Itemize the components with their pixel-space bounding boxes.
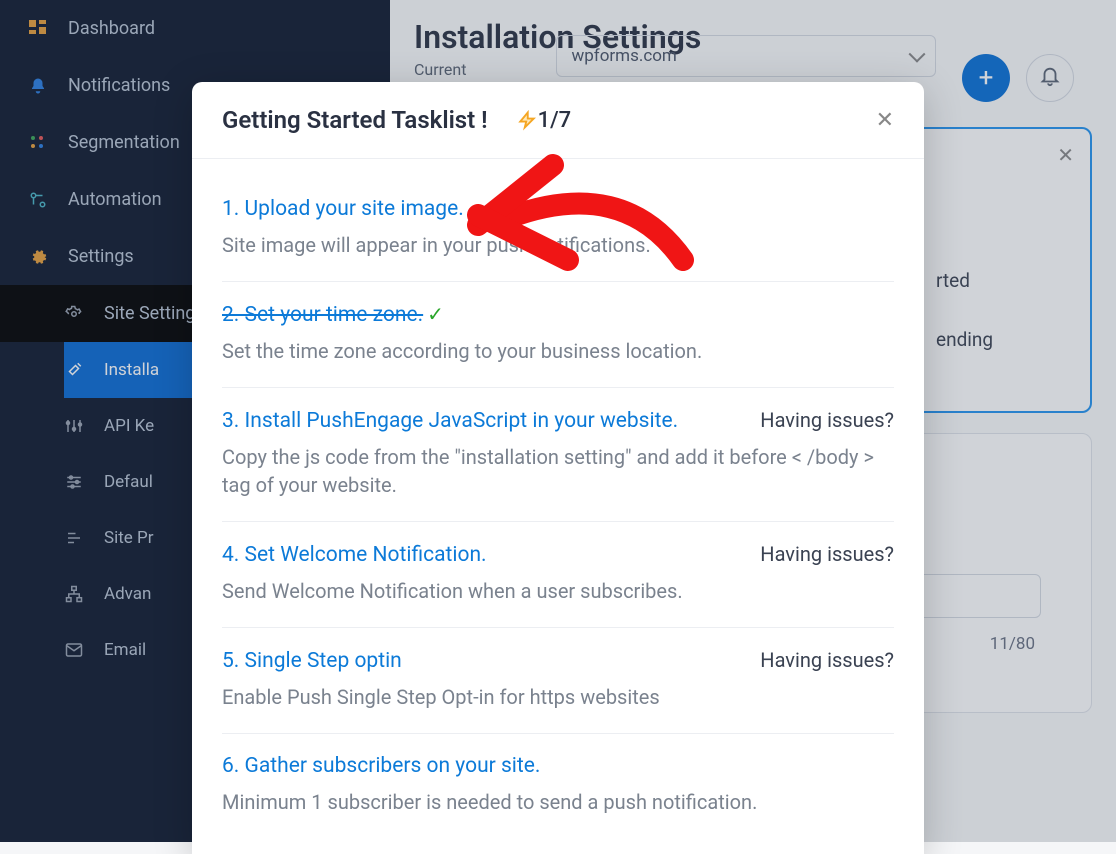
task-desc: Site image will appear in your push noti… bbox=[222, 231, 894, 259]
task-desc: Set the time zone according to your busi… bbox=[222, 337, 894, 365]
task-link-single-step[interactable]: 5. Single Step optin bbox=[222, 649, 402, 673]
task-item: 4. Set Welcome Notification. Having issu… bbox=[222, 522, 894, 628]
task-item: 3. Install PushEngage JavaScript in your… bbox=[222, 388, 894, 522]
task-item: 1. Upload your site image. Site image wi… bbox=[222, 177, 894, 282]
task-link-welcome-notif[interactable]: 4. Set Welcome Notification. bbox=[222, 543, 487, 567]
task-link-gather-subs[interactable]: 6. Gather subscribers on your site. bbox=[222, 754, 540, 778]
task-link-timezone[interactable]: 2. Set your time zone. bbox=[222, 303, 423, 327]
task-item: 2. Set your time zone. ✓ Set the time zo… bbox=[222, 282, 894, 388]
modal-title: Getting Started Tasklist ! bbox=[222, 106, 488, 134]
task-item: 6. Gather subscribers on your site. Mini… bbox=[222, 734, 894, 824]
having-issues-link[interactable]: Having issues? bbox=[760, 542, 894, 566]
bolt-icon bbox=[518, 108, 536, 132]
tasklist-modal: Getting Started Tasklist ! 1/7 ✕ 1. Uplo… bbox=[192, 82, 924, 854]
task-link-install-js[interactable]: 3. Install PushEngage JavaScript in your… bbox=[222, 409, 678, 433]
close-icon[interactable]: ✕ bbox=[876, 108, 894, 133]
modal-body: 1. Upload your site image. Site image wi… bbox=[192, 159, 924, 854]
task-desc: Minimum 1 subscriber is needed to send a… bbox=[222, 788, 894, 816]
modal-header: Getting Started Tasklist ! 1/7 ✕ bbox=[192, 82, 924, 159]
task-link-upload-image[interactable]: 1. Upload your site image. bbox=[222, 197, 464, 221]
check-icon: ✓ bbox=[427, 302, 444, 326]
task-counter: 1/7 bbox=[538, 108, 572, 133]
task-item: 5. Single Step optin Having issues? Enab… bbox=[222, 628, 894, 734]
having-issues-link[interactable]: Having issues? bbox=[760, 648, 894, 672]
having-issues-link[interactable]: Having issues? bbox=[760, 408, 894, 432]
task-desc: Send Welcome Notification when a user su… bbox=[222, 577, 894, 605]
task-desc: Enable Push Single Step Opt-in for https… bbox=[222, 683, 894, 711]
task-desc: Copy the js code from the "installation … bbox=[222, 443, 894, 499]
